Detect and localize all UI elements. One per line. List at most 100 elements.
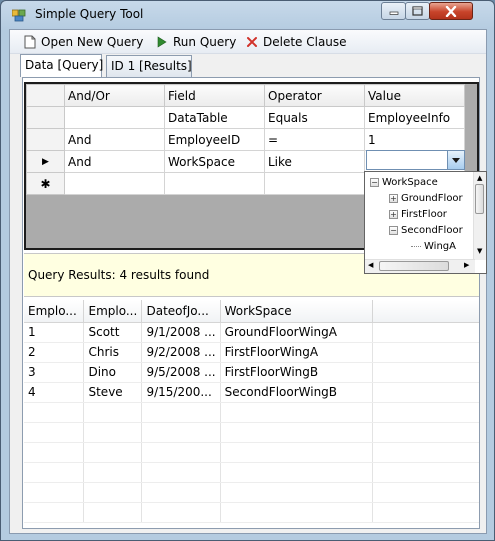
tree-node-firstfloor[interactable]: + FirstFloor	[389, 207, 447, 221]
operator-cell[interactable]	[264, 172, 365, 195]
delete-x-icon	[247, 37, 257, 47]
cell-filler	[372, 362, 479, 383]
collapse-icon[interactable]: −	[370, 177, 379, 187]
collapse-icon[interactable]: −	[389, 225, 398, 235]
and-or-cell[interactable]: And	[64, 150, 165, 173]
field-cell[interactable]: EmployeeID	[164, 128, 265, 151]
field-cell[interactable]: DataTable	[164, 106, 265, 129]
column-header-filler	[372, 300, 479, 323]
query-row: And EmployeeID = 1	[26, 128, 465, 151]
minimize-button[interactable]	[381, 2, 406, 20]
workspace-tree-dropdown[interactable]: − WorkSpace + GroundFloor + FirstFloor −…	[364, 171, 487, 274]
cell-employee-id: 3	[24, 362, 85, 383]
close-icon	[430, 3, 472, 19]
tree-node-label: WorkSpace	[382, 176, 438, 188]
cell-employee-name: Steve	[83, 382, 143, 403]
cell-employee-id: 1	[24, 322, 85, 343]
tree-node-secondfloor[interactable]: − SecondFloor	[389, 223, 463, 237]
scroll-down-icon[interactable]: ▼	[477, 247, 482, 255]
vertical-scrollbar[interactable]: ▲ ▼	[473, 172, 486, 260]
results-list[interactable]: Emplo... Emplo... DateofJo... WorkSpace …	[24, 300, 479, 528]
column-header-date-of-joining[interactable]: DateofJo...	[141, 300, 221, 323]
row-header[interactable]	[26, 106, 65, 129]
tab-data-query[interactable]: Data [Query]	[20, 54, 103, 77]
column-header-value[interactable]: Value	[364, 84, 465, 107]
current-row-marker[interactable]: ▶	[26, 150, 65, 173]
scroll-thumb[interactable]	[379, 261, 449, 271]
table-row[interactable]: 3 Dino 9/5/2008 ... FirstFloorWingB	[24, 362, 479, 383]
chevron-down-icon[interactable]	[447, 151, 464, 169]
tree-line	[411, 245, 421, 247]
empty-row	[24, 502, 479, 523]
value-combobox[interactable]	[366, 150, 465, 170]
operator-cell[interactable]: Like	[264, 150, 365, 173]
results-header: Emplo... Emplo... DateofJo... WorkSpace	[24, 300, 479, 323]
row-header[interactable]	[26, 128, 65, 151]
column-header-operator[interactable]: Operator	[264, 84, 365, 107]
tree-node-label: WingA	[424, 240, 456, 252]
cell-filler	[372, 322, 479, 343]
cell-filler	[372, 382, 479, 403]
table-row[interactable]: 1 Scott 9/1/2008 ... GroundFloorWingA	[24, 322, 479, 343]
open-new-query-button[interactable]: Open New Query	[24, 33, 143, 51]
expand-icon[interactable]: +	[389, 193, 398, 203]
open-new-query-label: Open New Query	[41, 35, 144, 49]
expand-icon[interactable]: +	[389, 209, 398, 219]
tab-results[interactable]: ID 1 [Results]	[106, 55, 192, 77]
toolbar: Open New Query Run Query Delete Clause	[10, 30, 486, 54]
and-or-cell[interactable]: And	[64, 128, 165, 151]
tree-node-root[interactable]: − WorkSpace	[370, 175, 438, 189]
run-query-label: Run Query	[173, 35, 237, 49]
cell-workspace: SecondFloorWingB	[220, 382, 373, 403]
new-row-marker[interactable]: ✱	[26, 172, 65, 195]
tree-node-groundfloor[interactable]: + GroundFloor	[389, 191, 463, 205]
value-cell[interactable]: EmployeeInfo	[364, 106, 465, 129]
value-cell[interactable]: 1	[364, 128, 465, 151]
scroll-thumb[interactable]	[475, 184, 484, 214]
tree-node-winga[interactable]: WingA	[411, 239, 456, 253]
operator-cell[interactable]: =	[264, 128, 365, 151]
table-row[interactable]: 2 Chris 9/2/2008 ... FirstFloorWingA	[24, 342, 479, 363]
cell-workspace: FirstFloorWingB	[220, 362, 373, 383]
field-cell[interactable]	[164, 172, 265, 195]
empty-row	[24, 402, 479, 423]
horizontal-scrollbar[interactable]: ◀ ▶	[365, 259, 475, 273]
column-header-field[interactable]: Field	[164, 84, 265, 107]
table-row[interactable]: 4 Steve 9/15/200... SecondFloorWingB	[24, 382, 479, 403]
operator-cell[interactable]: Equals	[264, 106, 365, 129]
empty-row	[24, 482, 479, 503]
empty-row	[24, 462, 479, 483]
and-or-cell[interactable]	[64, 172, 165, 195]
cell-employee-name: Chris	[83, 342, 143, 363]
cell-date-of-joining: 9/5/2008 ...	[141, 362, 221, 383]
delete-clause-label: Delete Clause	[263, 35, 347, 49]
cell-employee-name: Dino	[83, 362, 143, 383]
scroll-left-icon[interactable]: ◀	[368, 261, 373, 269]
cell-employee-id: 2	[24, 342, 85, 363]
tab-results-label: ID 1 [Results]	[111, 59, 192, 73]
delete-clause-button[interactable]: Delete Clause	[246, 33, 347, 51]
title-bar[interactable]: Simple Query Tool	[1, 1, 494, 29]
tree-node-label: FirstFloor	[401, 208, 447, 220]
cell-date-of-joining: 9/15/200...	[141, 382, 221, 403]
minimize-icon	[382, 3, 405, 19]
cell-date-of-joining: 9/1/2008 ...	[141, 322, 221, 343]
empty-row	[24, 442, 479, 463]
scroll-right-icon[interactable]: ▶	[464, 261, 469, 269]
maximize-icon	[406, 3, 429, 19]
cell-date-of-joining: 9/2/2008 ...	[141, 342, 221, 363]
field-cell[interactable]: WorkSpace	[164, 150, 265, 173]
column-header-workspace[interactable]: WorkSpace	[220, 300, 373, 323]
column-header-employee-id[interactable]: Emplo...	[24, 300, 85, 323]
column-header-and-or[interactable]: And/Or	[64, 84, 165, 107]
new-document-icon	[24, 35, 36, 49]
client-area: Open New Query Run Query Delete Clause D…	[9, 29, 487, 534]
empty-row	[24, 422, 479, 443]
tab-panel-data-query: And/Or Field Operator Value DataTable Eq…	[22, 77, 487, 529]
column-header-employee-name[interactable]: Emplo...	[83, 300, 143, 323]
maximize-button[interactable]	[405, 2, 430, 20]
and-or-cell[interactable]	[64, 106, 165, 129]
run-query-button[interactable]: Run Query	[156, 33, 236, 51]
close-button[interactable]	[429, 2, 473, 20]
scroll-up-icon[interactable]: ▲	[477, 174, 482, 182]
